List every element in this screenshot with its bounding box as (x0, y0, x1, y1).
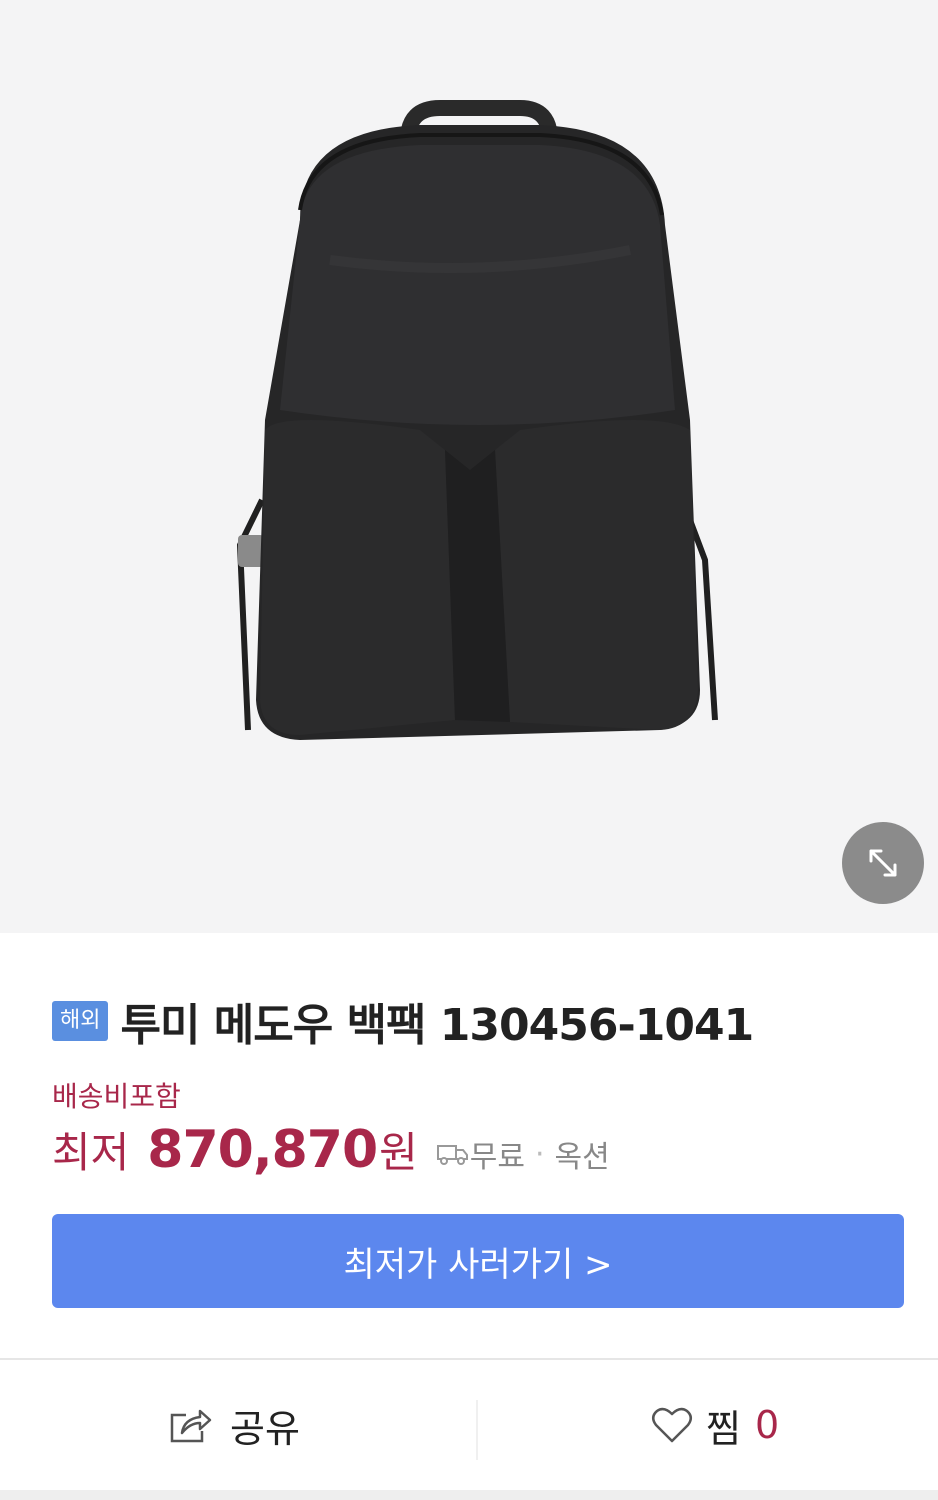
price-row: 최저 870,870 원 무료 · 옥션 (52, 1119, 610, 1180)
product-image-area[interactable] (0, 0, 938, 933)
seller-label: 옥션 (554, 1140, 610, 1175)
product-title: 투미 메도우 백팩 130456-1041 (120, 1000, 754, 1051)
bottom-strip (0, 1490, 938, 1500)
buy-lowest-price-button[interactable]: 최저가 사러가기 > (52, 1214, 904, 1308)
action-bar: 공유 찜 0 (0, 1360, 938, 1490)
heart-icon (652, 1407, 692, 1443)
title-row: 해외 투미 메도우 백팩 130456-1041 (52, 989, 754, 1053)
zoom-button[interactable] (842, 822, 924, 904)
separator-dot: · (534, 1136, 545, 1172)
price-prefix: 최저 (52, 1128, 130, 1177)
share-icon (170, 1409, 212, 1443)
like-button[interactable]: 찜 0 (650, 1360, 779, 1490)
product-info: 해외 투미 메도우 백팩 130456-1041 배송비포함 최저 870,87… (0, 933, 938, 1358)
shipping-free-label: 무료 (469, 1140, 525, 1175)
shipping-tag: 무료 · 옥션 (436, 1132, 610, 1176)
like-count: 0 (754, 1403, 780, 1447)
price-value: 870,870 (147, 1120, 378, 1180)
share-button[interactable]: 공유 (168, 1360, 300, 1490)
price-unit: 원 (379, 1128, 418, 1177)
overseas-badge: 해외 (52, 1001, 109, 1041)
shipping-included-note: 배송비포함 (52, 1080, 181, 1113)
action-separator (476, 1400, 478, 1460)
share-label: 공유 (230, 1406, 300, 1451)
like-label: 찜 (706, 1406, 741, 1451)
expand-arrows-icon (869, 849, 897, 877)
truck-icon (436, 1145, 468, 1165)
product-image (236, 100, 718, 740)
